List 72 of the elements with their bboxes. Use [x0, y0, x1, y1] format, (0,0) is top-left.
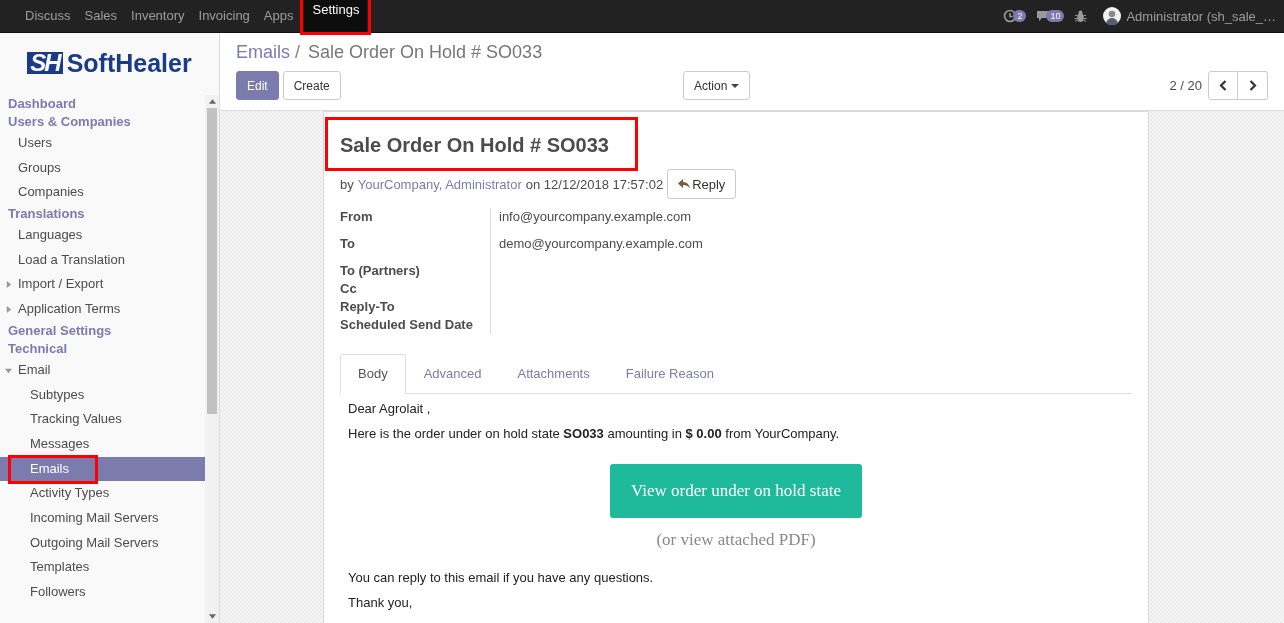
author-link[interactable]: YourCompany, Administrator [357, 176, 522, 192]
menu-item[interactable]: Apps [256, 0, 301, 32]
sidebar-item[interactable]: Email [0, 357, 205, 383]
sidebar-item[interactable]: Companies [0, 180, 205, 206]
scrollbar[interactable] [205, 95, 219, 623]
sidebar-item[interactable]: Followers [0, 580, 205, 605]
sidebar-item[interactable]: Emails [0, 456, 205, 482]
sidebar-item[interactable]: Load a Translation [0, 247, 205, 273]
sidebar-item[interactable]: Subtypes [0, 382, 205, 408]
menu-header[interactable]: General Settings [0, 321, 205, 340]
field-label: Reply-To [340, 298, 396, 316]
tab[interactable]: Attachments [499, 354, 608, 394]
sidebar-item[interactable]: Import / Export [0, 272, 205, 298]
closing-text: Thank you, [348, 595, 414, 610]
activity-button[interactable]: 2 [1003, 9, 1027, 23]
chevron-right-icon [1248, 80, 1257, 91]
tab[interactable]: Advanced [405, 354, 500, 394]
field-label: Cc [340, 280, 358, 298]
menu-item[interactable]: Sales [77, 0, 125, 32]
field-label: To (Partners) [340, 262, 421, 280]
greeting-text: Dear Agrolait , [348, 401, 432, 416]
byline-text: by [340, 176, 354, 192]
logo: SH SoftHealer [27, 33, 192, 93]
previous-button[interactable] [1208, 71, 1238, 100]
caret-down-icon [731, 83, 740, 88]
date-text: on 12/12/2018 17:57:02 [525, 176, 664, 192]
field-value: info@yourcompany.example.com [499, 209, 692, 224]
arrow-down-icon [208, 614, 216, 619]
sidebar-item[interactable]: Activity Types [0, 481, 205, 506]
sidebar-item[interactable]: Users [0, 131, 205, 156]
field-label: From [340, 208, 374, 226]
sidebar-item[interactable]: Tracking Values [0, 407, 205, 432]
field-label: Scheduled Send Date [340, 316, 474, 334]
create-button[interactable]: Create [282, 71, 341, 100]
edit-button[interactable]: Edit [236, 71, 279, 100]
user-menu[interactable]: Administrator (sh_sale_… [1103, 7, 1276, 25]
sidebar-item[interactable]: Incoming Mail Servers [0, 505, 205, 531]
sidebar-item[interactable]: Templates [0, 555, 205, 580]
messages-button[interactable]: 10 [1036, 10, 1065, 22]
tab[interactable]: Body [340, 354, 406, 394]
count-badge: 2 [1013, 10, 1027, 22]
bug-icon[interactable] [1074, 9, 1088, 23]
count-badge: 10 [1046, 10, 1065, 22]
menu-header[interactable]: Users & Companies [0, 113, 205, 131]
chevron-left-icon [1219, 80, 1227, 91]
sidebar-item[interactable]: Outgoing Mail Servers [0, 530, 205, 556]
tab[interactable]: Failure Reason [607, 354, 732, 394]
avatar-icon [1103, 7, 1122, 25]
message-text: Here is the order under on hold state SO033 amounting in $ 0.00 from YourCompany. [348, 426, 841, 441]
reply-icon [678, 179, 691, 189]
arrow-up-icon [208, 99, 216, 104]
menu-header[interactable]: Translations [0, 205, 205, 224]
menu-item[interactable]: Inventory [124, 0, 192, 32]
message-text: You can reply to this email if you have any questions. [348, 570, 655, 585]
pager-value: 2 / 20 [1169, 78, 1202, 93]
menu-header[interactable]: Dashboard [0, 95, 205, 113]
reply-button[interactable]: Reply [667, 169, 737, 199]
menu-item[interactable]: Invoicing [191, 0, 257, 32]
pdf-link[interactable]: (or view attached PDF) [656, 530, 816, 550]
sidebar-item[interactable]: Messages [0, 431, 205, 457]
email-subject: Sale Order On Hold # SO033 [340, 134, 609, 157]
field-value: demo@yourcompany.example.com [499, 236, 703, 251]
sidebar-item[interactable]: Groups [0, 155, 205, 181]
breadcrumb-link[interactable]: Emails / [236, 42, 300, 62]
action-button[interactable]: Action [683, 71, 751, 100]
next-button[interactable] [1238, 71, 1268, 100]
menu-header[interactable]: Technical [0, 339, 205, 358]
breadcrumb-current: Sale Order On Hold # SO033 [308, 42, 543, 62]
sidebar-item[interactable]: Languages [0, 223, 205, 248]
field-label: To [340, 235, 356, 253]
sidebar-item[interactable]: Application Terms [0, 297, 205, 322]
menu-item[interactable]: Discuss [18, 0, 78, 32]
